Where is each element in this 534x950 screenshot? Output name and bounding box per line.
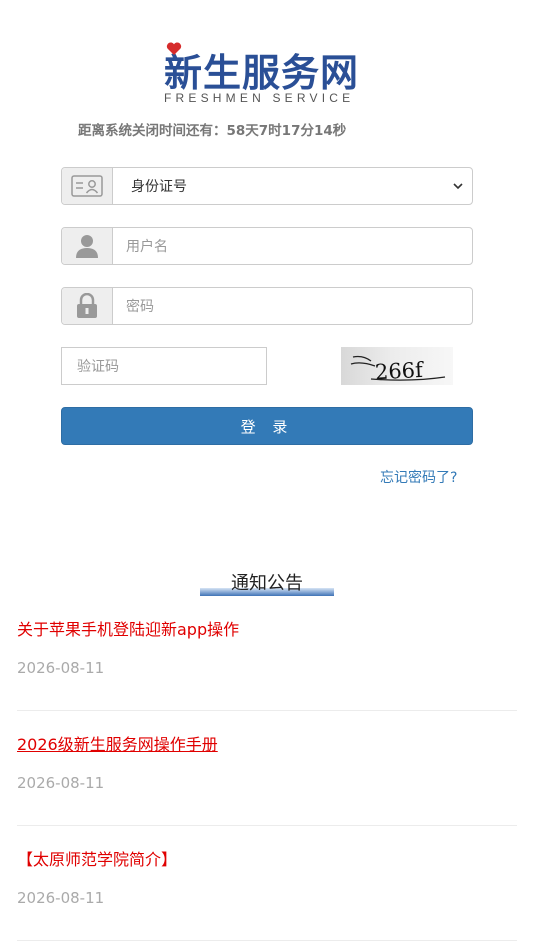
username-input[interactable]: 用户名	[61, 227, 473, 265]
notice-date: 2026-08-11	[17, 659, 105, 677]
captcha-input[interactable]: 验证码	[61, 347, 267, 385]
captcha-placeholder: 验证码	[77, 359, 119, 375]
notice-divider	[17, 940, 517, 941]
notice-item: 2026级新生服务网操作手册 2026-08-11	[17, 731, 517, 792]
notice-heading-text: 通知公告	[231, 573, 303, 594]
notice-link[interactable]: 关于苹果手机登陆迎新app操作	[17, 616, 517, 640]
user-icon	[76, 235, 98, 258]
logo-subtitle: FRESHMEN SERVICE	[164, 91, 355, 105]
password-placeholder: 密码	[126, 299, 154, 315]
id-type-select[interactable]: 身份证号	[61, 167, 473, 205]
countdown-text: 距离系统关闭时间还有：58天7时17分14秒	[78, 123, 347, 139]
notice-item: 【太原师范学院简介】 2026-08-11	[17, 846, 517, 907]
notice-item: 关于苹果手机登陆迎新app操作 2026-08-11	[17, 616, 517, 677]
id-card-icon-box	[62, 168, 113, 204]
notice-heading: 通知公告	[200, 569, 334, 597]
notice-link[interactable]: 【太原师范学院简介】	[17, 846, 517, 870]
username-placeholder: 用户名	[126, 239, 168, 255]
heart-icon	[166, 42, 182, 55]
logo-title: 新生服务网	[164, 51, 360, 95]
password-input[interactable]: 密码	[61, 287, 473, 325]
lock-icon-box	[62, 288, 113, 324]
notice-divider	[17, 710, 517, 711]
forgot-password-link[interactable]: 忘记密码了?	[380, 467, 457, 487]
login-button[interactable]: 登 录	[61, 407, 473, 445]
notice-link[interactable]: 2026级新生服务网操作手册	[17, 731, 517, 755]
lock-icon	[77, 293, 97, 318]
chevron-down-icon	[453, 183, 463, 190]
captcha-image[interactable]: 266f	[341, 347, 453, 385]
notice-date: 2026-08-11	[17, 889, 105, 907]
notice-date: 2026-08-11	[17, 774, 105, 792]
site-logo: 新生服务网 FRESHMEN SERVICE	[0, 40, 534, 110]
user-icon-box	[62, 228, 113, 264]
id-card-icon	[71, 175, 103, 197]
captcha-graphic: 266f	[350, 355, 446, 384]
notice-divider	[17, 825, 517, 826]
id-type-value: 身份证号	[131, 179, 187, 195]
